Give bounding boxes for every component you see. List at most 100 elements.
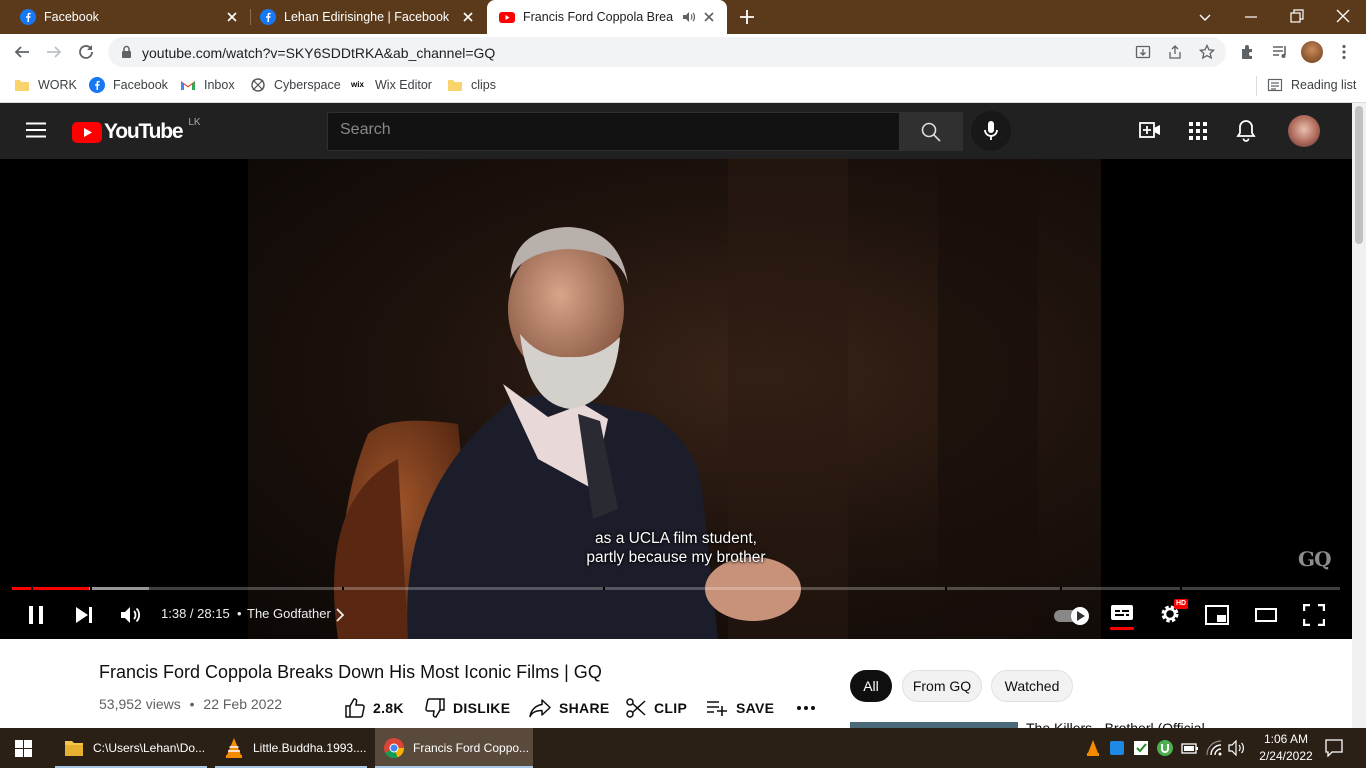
video-scene-illustration <box>334 159 1038 639</box>
bookmark-facebook[interactable]: Facebook <box>89 77 168 93</box>
notifications-bell-icon[interactable] <box>1236 119 1256 142</box>
close-icon[interactable] <box>701 9 717 25</box>
chip-all[interactable]: All <box>850 670 892 702</box>
progress-bar[interactable] <box>12 587 1340 590</box>
cyberspace-icon <box>251 78 265 92</box>
next-video-icon[interactable] <box>74 605 94 625</box>
taskbar-vlc[interactable]: Little.Buddha.1993.... <box>215 728 367 768</box>
share-arrow-icon <box>529 699 551 718</box>
recommendation-title[interactable]: The Killers - Brotherl (Official <box>1026 721 1326 728</box>
bookmark-label: Facebook <box>113 78 168 92</box>
reading-list-label: Reading list <box>1291 78 1357 92</box>
window-close-icon[interactable] <box>1335 8 1351 24</box>
menu-dots-icon[interactable] <box>1335 43 1353 61</box>
forward-arrow-icon[interactable] <box>45 43 63 61</box>
tab-facebook[interactable]: Facebook <box>0 0 250 34</box>
chapter-title[interactable]: The Godfather <box>247 606 331 621</box>
page-scrollbar[interactable] <box>1352 103 1366 728</box>
search-input[interactable] <box>340 121 880 139</box>
search-box[interactable] <box>327 112 900 151</box>
tray-vlc-icon[interactable] <box>1086 740 1100 756</box>
audio-playing-icon[interactable] <box>682 10 696 24</box>
volume-icon[interactable] <box>120 604 142 626</box>
video-frame[interactable] <box>248 159 1101 639</box>
gmail-icon <box>181 81 195 90</box>
clip-label: CLIP <box>654 700 688 716</box>
save-button[interactable]: SAVE <box>706 698 774 718</box>
hamburger-menu-icon[interactable] <box>26 122 46 138</box>
tab-search-chevron-icon[interactable] <box>1197 9 1213 25</box>
minimize-icon[interactable] <box>1243 9 1259 25</box>
taskbar-chrome[interactable]: Francis Ford Coppo... <box>375 728 533 768</box>
clock-time: 1:06 AM <box>1263 732 1309 746</box>
youtube-logo[interactable]: YouTube LK <box>72 117 201 144</box>
chevron-right-icon[interactable] <box>335 608 345 622</box>
view-count: 53,952 views <box>99 696 181 712</box>
share-button[interactable]: SHARE <box>529 698 610 718</box>
file-explorer-icon <box>65 741 83 756</box>
chapter-marker <box>1060 587 1062 590</box>
clip-button[interactable]: CLIP <box>626 698 687 718</box>
youtube-play-logo-icon <box>72 121 102 143</box>
chapter-marker <box>90 587 92 590</box>
settings-button[interactable]: HD <box>1159 599 1189 625</box>
search-button[interactable] <box>899 112 963 151</box>
thumbs-down-icon <box>425 698 445 718</box>
lock-icon[interactable] <box>120 45 133 59</box>
windows-start-icon[interactable] <box>15 740 32 757</box>
system-clock[interactable]: 1:06 AM 2/24/2022 <box>1254 731 1318 765</box>
tray-utorrent-icon[interactable] <box>1157 740 1173 756</box>
more-actions-icon[interactable] <box>796 705 816 711</box>
speaker-icon[interactable] <box>1228 740 1246 756</box>
notifications-center-icon[interactable] <box>1325 739 1343 757</box>
battery-icon[interactable] <box>1181 741 1199 755</box>
reading-list-icon <box>1267 78 1283 92</box>
pause-icon[interactable] <box>26 605 46 625</box>
bookmark-star-icon[interactable] <box>1199 44 1215 60</box>
address-bar[interactable]: youtube.com/watch?v=SKY6SDDtRKA&ab_chann… <box>108 37 1226 67</box>
install-app-icon[interactable] <box>1135 44 1151 60</box>
close-icon[interactable] <box>460 9 476 25</box>
folder-icon <box>15 80 29 91</box>
profile-avatar[interactable] <box>1301 41 1323 63</box>
channel-watermark[interactable]: GQ <box>1298 547 1332 571</box>
apps-grid-icon[interactable] <box>1189 122 1207 140</box>
reload-icon[interactable] <box>77 43 95 61</box>
extensions-puzzle-icon[interactable] <box>1239 43 1257 61</box>
bookmark-wix-editor[interactable]: wix Wix Editor <box>351 77 432 93</box>
tab-youtube-active[interactable]: Francis Ford Coppola Breaks <box>487 0 727 34</box>
account-avatar[interactable] <box>1288 115 1320 147</box>
create-video-icon[interactable] <box>1139 120 1161 140</box>
tray-app-icon[interactable] <box>1110 741 1124 755</box>
tab-lehan-facebook[interactable]: Lehan Edirisinghe | Facebook <box>240 0 486 34</box>
chip-watched[interactable]: Watched <box>991 670 1073 702</box>
captions: as a UCLA film student, partly because m… <box>0 529 1352 567</box>
video-player[interactable]: as a UCLA film student, partly because m… <box>0 159 1352 639</box>
reading-list-button[interactable]: Reading list <box>1267 77 1356 93</box>
close-icon[interactable] <box>224 9 240 25</box>
media-queue-icon[interactable] <box>1271 43 1289 61</box>
share-page-icon[interactable] <box>1167 44 1183 60</box>
bookmark-work[interactable]: WORK <box>14 77 77 93</box>
tray-checklist-icon[interactable] <box>1133 740 1149 756</box>
theater-mode-icon[interactable] <box>1255 607 1277 623</box>
voice-search-button[interactable] <box>971 111 1011 151</box>
bookmark-cyberspace[interactable]: Cyberspace <box>250 77 341 93</box>
scrollbar-thumb[interactable] <box>1355 106 1363 244</box>
restore-icon[interactable] <box>1289 8 1305 24</box>
bookmark-inbox[interactable]: Inbox <box>180 77 235 93</box>
folder-icon <box>448 80 462 91</box>
fullscreen-icon[interactable] <box>1303 604 1325 626</box>
autoplay-toggle[interactable] <box>1054 607 1090 625</box>
chip-from-gq[interactable]: From GQ <box>902 670 982 702</box>
bookmark-clips[interactable]: clips <box>447 77 496 93</box>
taskbar-file-explorer[interactable]: C:\Users\Lehan\Do... <box>55 728 207 768</box>
subtitles-button[interactable] <box>1110 603 1134 630</box>
back-arrow-icon[interactable] <box>13 43 31 61</box>
dislike-button[interactable]: DISLIKE <box>425 698 510 718</box>
video-meta: 53,952 views • 22 Feb 2022 <box>99 696 282 712</box>
like-button[interactable]: 2.8K <box>345 698 404 718</box>
miniplayer-icon[interactable] <box>1205 605 1229 625</box>
new-tab-icon[interactable] <box>739 9 755 25</box>
wifi-icon[interactable] <box>1206 740 1222 756</box>
